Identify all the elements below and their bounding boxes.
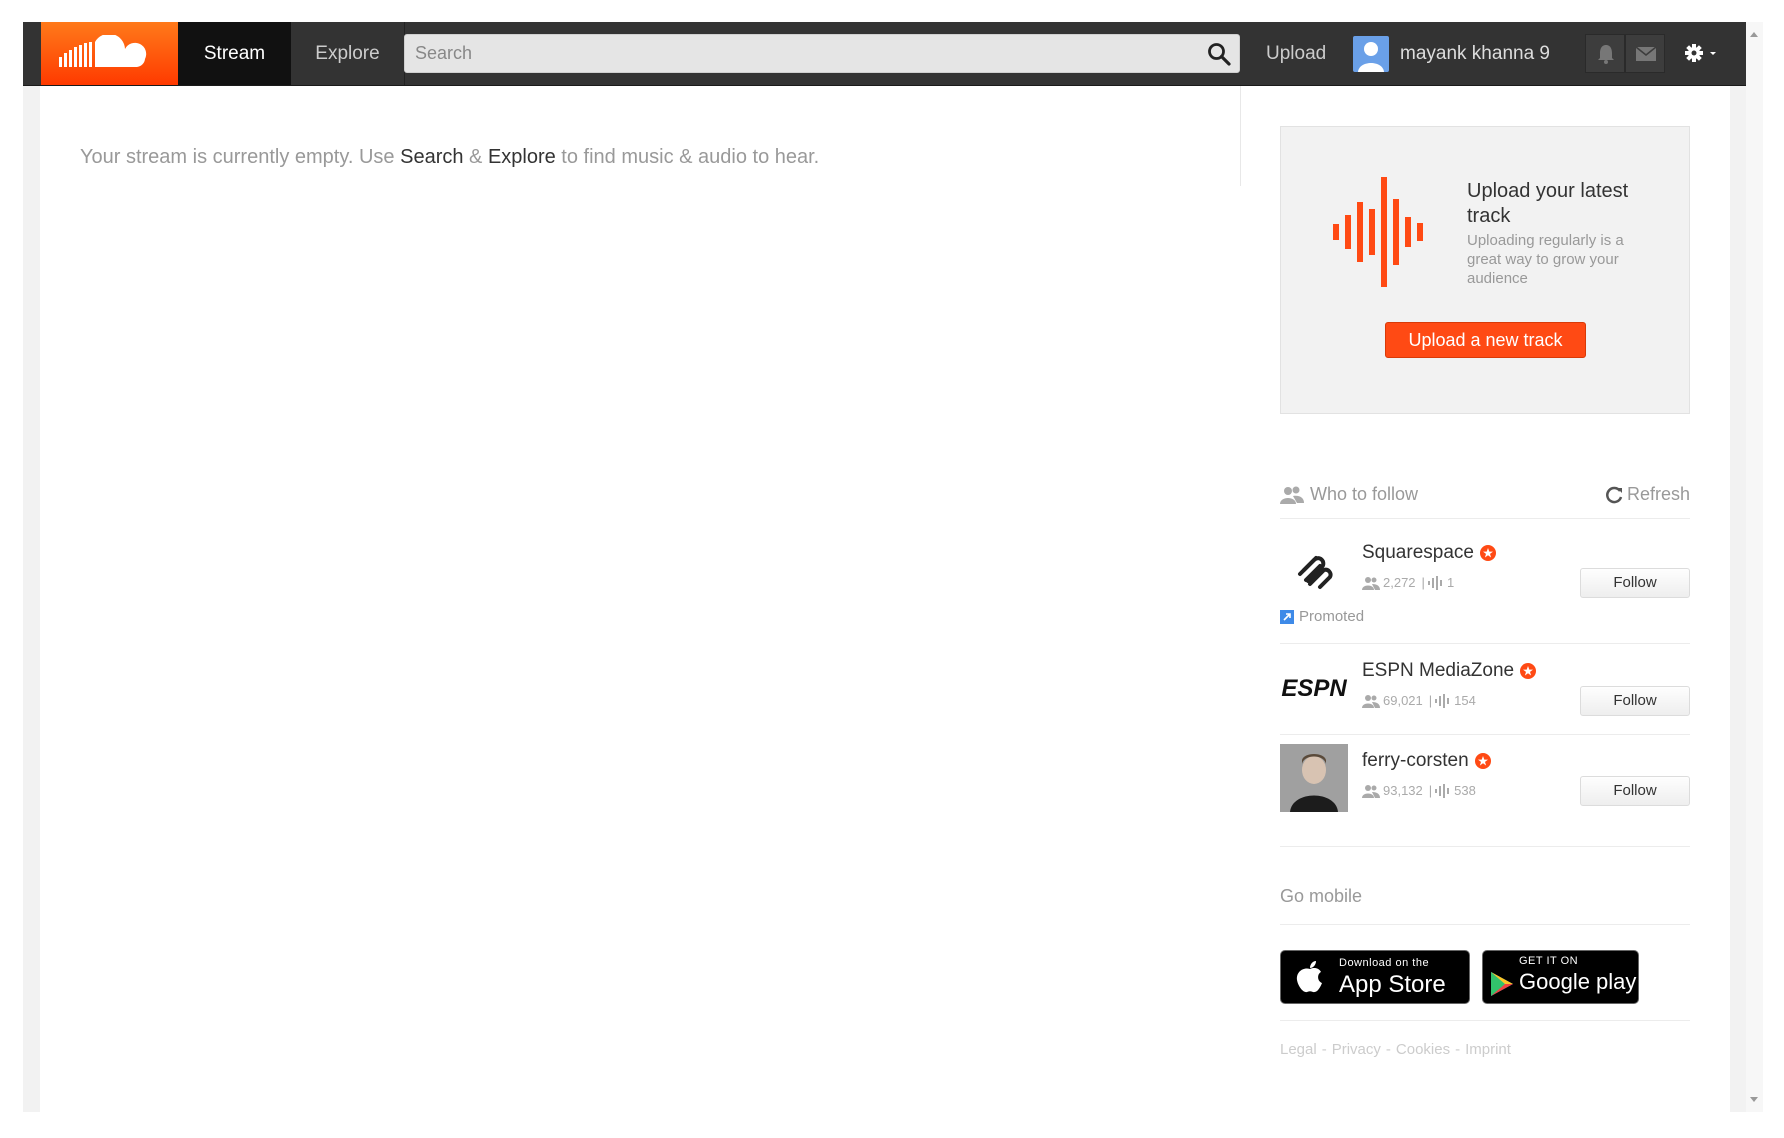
chevron-down-icon [1710, 52, 1716, 55]
google-play-small-text: GET IT ON [1519, 955, 1579, 967]
search-box [404, 34, 1240, 73]
footer-links: Legal - Privacy - Cookies - Imprint [1280, 1041, 1511, 1058]
header-bar: Stream Explore Upload mayank khanna 9 [23, 22, 1746, 86]
followers-count: 69,021 [1383, 693, 1423, 708]
scrollbar[interactable] [1746, 22, 1763, 1112]
followers-icon [1362, 576, 1380, 590]
promoted-label: Promoted [1280, 608, 1364, 625]
nav-explore[interactable]: Explore [291, 22, 405, 85]
explore-link[interactable]: Explore [488, 146, 556, 168]
cookies-link[interactable]: Cookies [1396, 1041, 1450, 1058]
search-link[interactable]: Search [400, 146, 463, 168]
svg-text:ESPN: ESPN [1281, 675, 1347, 702]
pro-badge-icon [1474, 753, 1491, 769]
pro-badge-icon [1479, 545, 1496, 561]
tracks-count: 1 [1446, 575, 1455, 590]
who-to-follow-header: Who to follow Refresh [1280, 478, 1690, 519]
soundcloud-logo[interactable] [41, 22, 178, 85]
upload-card-subtitle: Uploading regularly is a great way to gr… [1467, 232, 1624, 287]
gear-icon[interactable] [1683, 42, 1719, 64]
legal-link[interactable]: Legal [1280, 1041, 1317, 1058]
apple-icon [1296, 961, 1322, 993]
go-mobile-title: Go mobile [1280, 886, 1363, 906]
waveform-icon [1333, 177, 1423, 287]
upload-card-title: Upload your latest track [1467, 180, 1629, 227]
username: mayank khanna 9 [1400, 42, 1550, 64]
user-silhouette-icon [1358, 41, 1384, 72]
follow-suggestion: Squarespace 2,272 | 1 Follow Promoted [1280, 536, 1690, 656]
espn-logo-icon[interactable]: ESPN [1280, 654, 1348, 722]
user-name[interactable]: ESPN MediaZone [1362, 660, 1514, 682]
upload-card: Upload your latest track Uploading regul… [1280, 126, 1690, 414]
user-name[interactable]: Squarespace [1362, 542, 1474, 564]
cloud-logo-icon [59, 35, 147, 67]
avatar [1353, 35, 1389, 72]
tracks-count: 154 [1454, 693, 1476, 708]
main-content: Your stream is currently empty. Use Sear… [40, 86, 1730, 1112]
scroll-up-arrow-icon[interactable] [1750, 32, 1758, 37]
follow-button[interactable]: Follow [1580, 776, 1690, 806]
followers-count: 93,132 [1383, 783, 1423, 798]
follow-suggestion: ESPN ESPN MediaZone 69,021 | 154 Follow [1280, 654, 1690, 724]
mail-icon [1635, 46, 1657, 61]
app-store-big-text: App Store [1339, 971, 1446, 998]
notifications-button[interactable] [1585, 34, 1625, 73]
ferry-corsten-avatar[interactable] [1280, 744, 1348, 812]
divider [1280, 846, 1690, 847]
users-icon [1280, 486, 1304, 504]
followers-icon [1362, 694, 1380, 708]
refresh-button[interactable]: Refresh [1606, 484, 1690, 505]
play-store-icon [1491, 972, 1513, 996]
tracks-icon [1427, 575, 1442, 590]
tracks-icon [1435, 693, 1450, 708]
promoted-icon [1280, 609, 1294, 624]
refresh-icon [1606, 486, 1623, 503]
stream-column: Your stream is currently empty. Use Sear… [40, 86, 1241, 186]
upload-new-track-button[interactable]: Upload a new track [1385, 322, 1586, 358]
upload-link[interactable]: Upload [1254, 22, 1338, 85]
scroll-down-arrow-icon[interactable] [1750, 1097, 1758, 1102]
app-store-small-text: Download on the [1339, 957, 1430, 969]
pro-badge-icon [1520, 663, 1537, 679]
user-menu[interactable]: mayank khanna 9 [1353, 34, 1579, 73]
divider [1280, 643, 1690, 644]
privacy-link[interactable]: Privacy [1332, 1041, 1381, 1058]
followers-count: 2,272 [1383, 575, 1416, 590]
divider [1280, 924, 1690, 925]
divider [1280, 734, 1690, 735]
imprint-link[interactable]: Imprint [1465, 1041, 1511, 1058]
google-play-badge[interactable]: GET IT ON Google play [1482, 950, 1639, 1004]
follow-suggestion: ferry-corsten 93,132 | 538 Follow [1280, 744, 1690, 814]
messages-button[interactable] [1625, 34, 1665, 73]
follow-button[interactable]: Follow [1580, 568, 1690, 598]
tracks-count: 538 [1454, 783, 1476, 798]
user-name[interactable]: ferry-corsten [1362, 750, 1469, 772]
google-play-big-text: Google play [1519, 969, 1637, 994]
search-input[interactable] [405, 35, 1205, 72]
empty-stream-message: Your stream is currently empty. Use Sear… [80, 146, 820, 168]
tracks-icon [1435, 783, 1450, 798]
divider [1280, 1020, 1690, 1021]
nav-stream[interactable]: Stream [178, 22, 291, 85]
squarespace-logo-icon[interactable] [1280, 536, 1348, 604]
app-store-badge[interactable]: Download on the App Store [1280, 950, 1470, 1004]
followers-icon [1362, 784, 1380, 798]
who-to-follow-title: Who to follow [1310, 484, 1419, 504]
follow-button[interactable]: Follow [1580, 686, 1690, 716]
search-icon[interactable] [1207, 42, 1231, 66]
bell-icon [1598, 45, 1614, 64]
